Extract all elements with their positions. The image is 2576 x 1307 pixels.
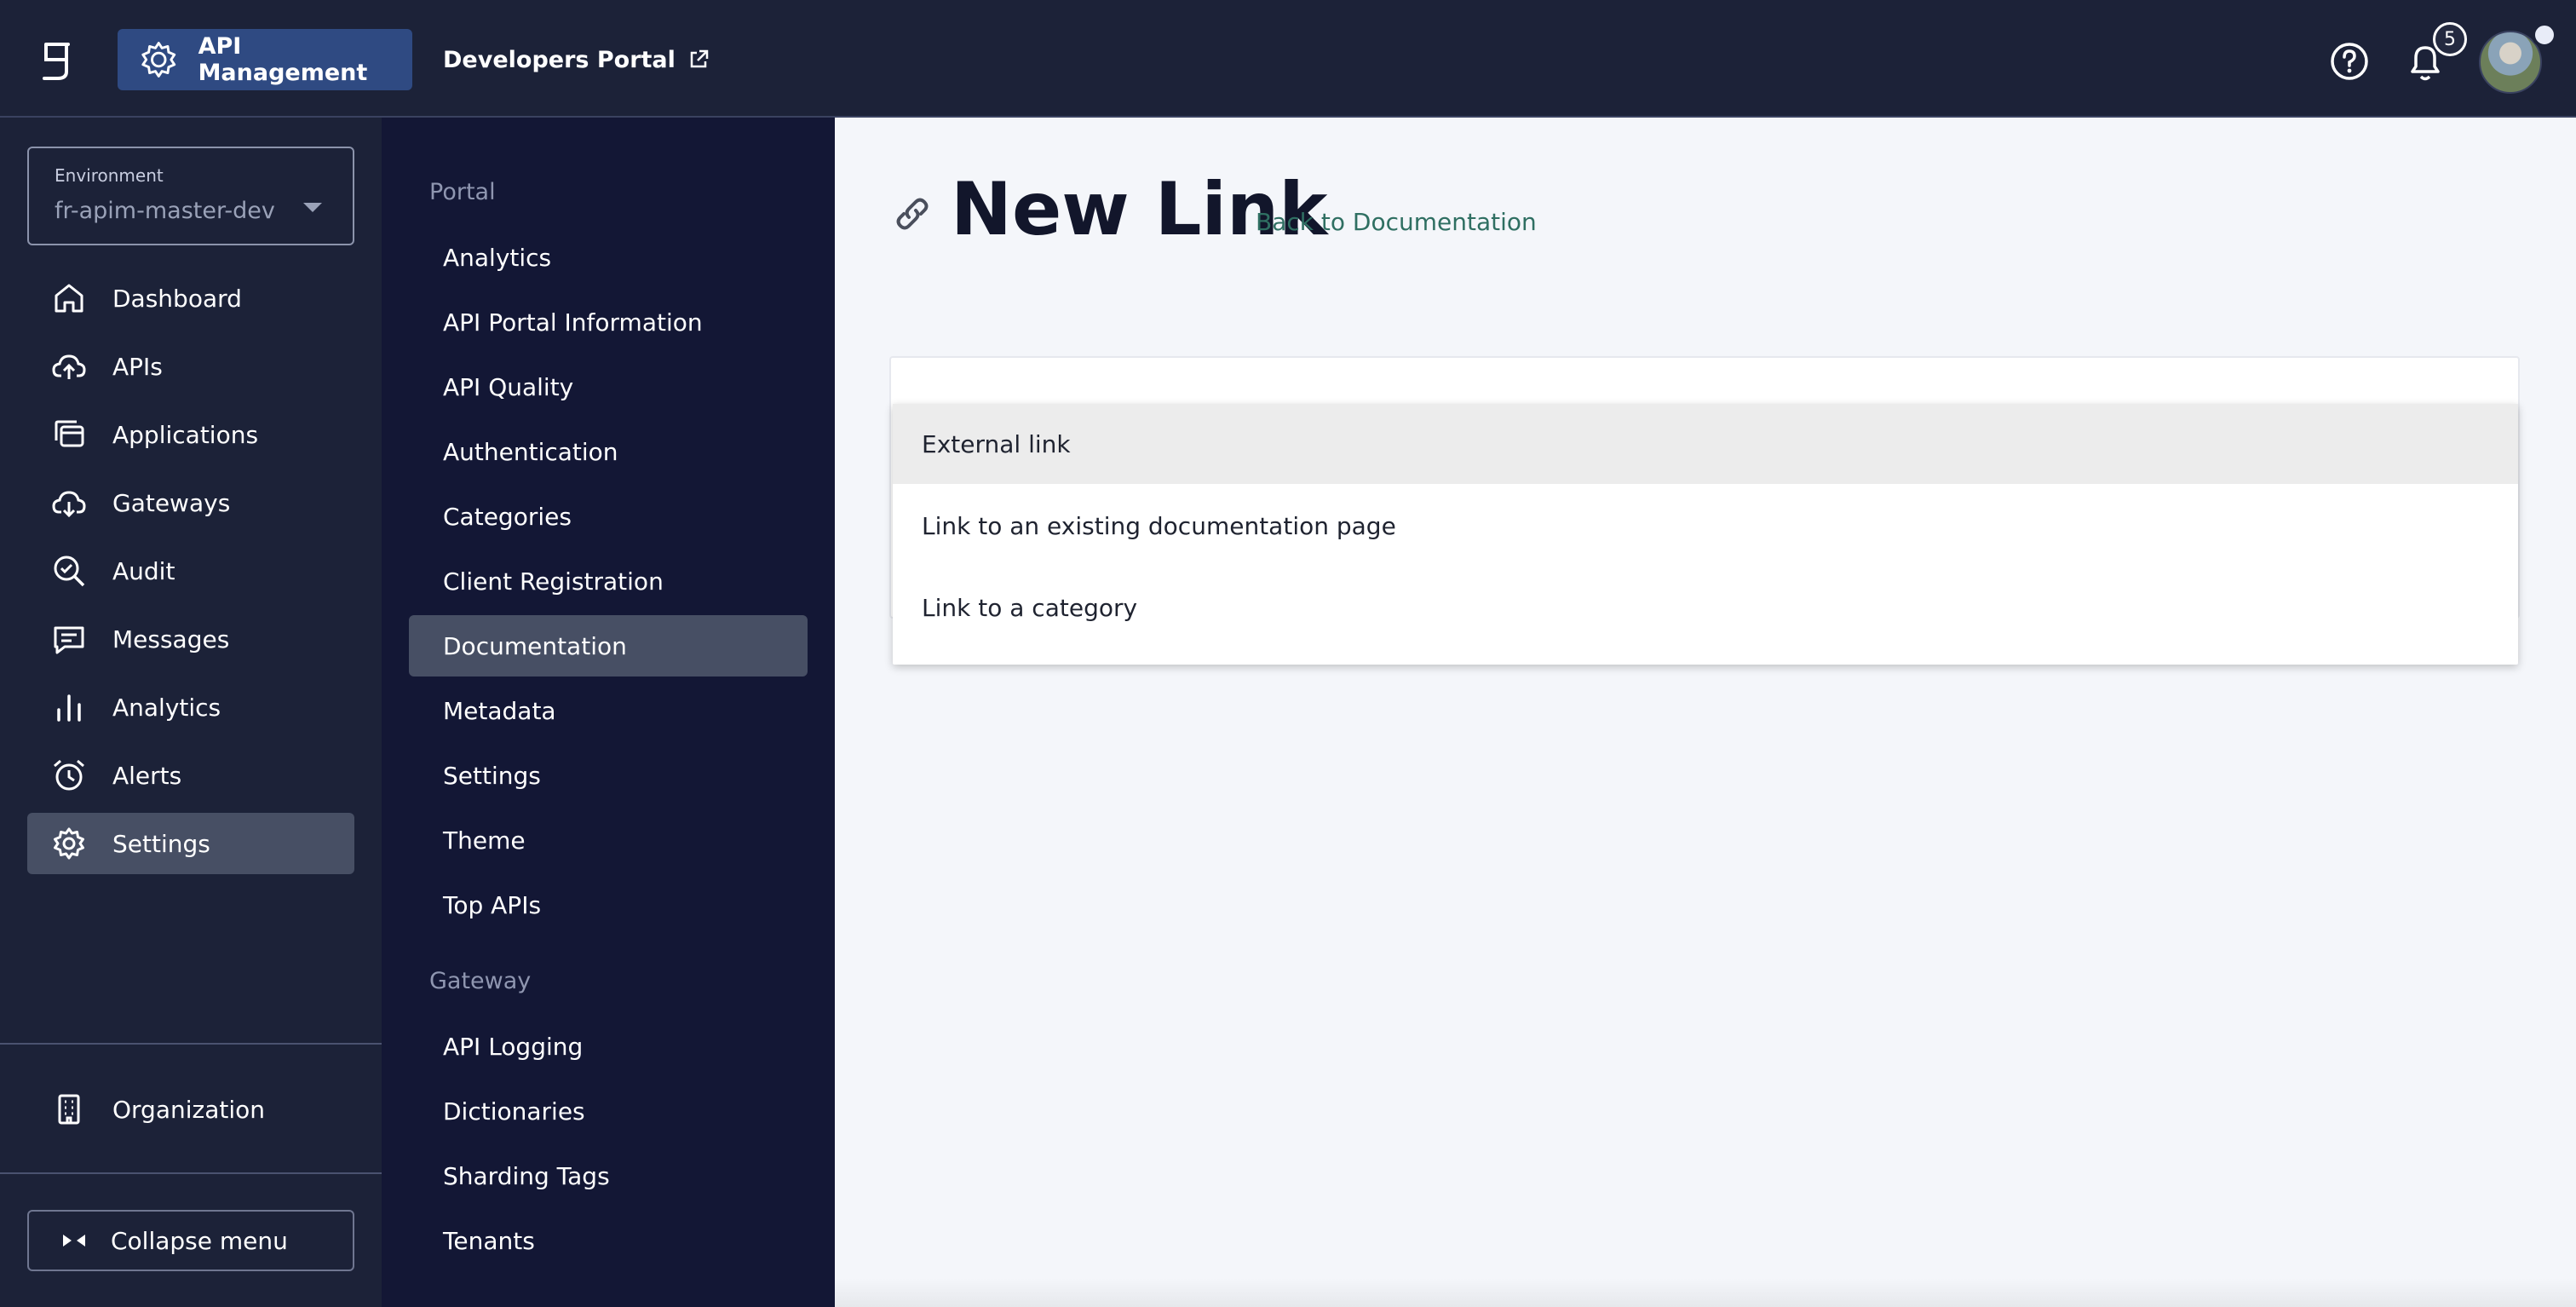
sidebar-item-label: Organization bbox=[112, 1095, 266, 1124]
gear-icon bbox=[141, 42, 176, 78]
option-external-link[interactable]: External link bbox=[893, 404, 2518, 484]
sidebar-item-label: APIs bbox=[112, 352, 163, 381]
gear-icon bbox=[54, 827, 84, 860]
api-management-tab[interactable]: API Management bbox=[118, 29, 412, 90]
message-icon bbox=[54, 626, 84, 654]
option-link-to-documentation-page[interactable]: Link to an existing documentation page bbox=[893, 486, 2518, 566]
sidebar-item-gateways[interactable]: Gateways bbox=[27, 472, 354, 533]
submenu-item-dictionaries[interactable]: Dictionaries bbox=[409, 1080, 808, 1142]
sidebar-item-analytics[interactable]: Analytics bbox=[27, 677, 354, 738]
sidebar-item-label: Dashboard bbox=[112, 284, 242, 313]
submenu-item-sharding-tags[interactable]: Sharding Tags bbox=[409, 1145, 808, 1206]
submenu-item-tenants[interactable]: Tenants bbox=[409, 1210, 808, 1271]
sidebar-item-audit[interactable]: Audit bbox=[27, 540, 354, 602]
environment-label: Environment bbox=[55, 165, 164, 186]
submenu-item-api-quality[interactable]: API Quality bbox=[409, 356, 808, 417]
sidebar-item-label: Applications bbox=[112, 420, 259, 449]
submenu-item-analytics[interactable]: Analytics bbox=[409, 227, 808, 288]
link-type-dropdown: External link Link to an existing docume… bbox=[893, 404, 2518, 665]
notification-count-badge: 5 bbox=[2433, 22, 2467, 56]
applications-icon bbox=[55, 420, 84, 447]
submenu-group-title: Gateway bbox=[429, 968, 532, 994]
sidebar-item-settings[interactable]: Settings bbox=[27, 813, 354, 874]
sidebar-item-organization[interactable]: Organization bbox=[27, 1079, 354, 1140]
submenu-item-api-portal-information[interactable]: API Portal Information bbox=[409, 291, 808, 353]
developers-portal-link[interactable]: Developers Portal bbox=[443, 29, 710, 90]
sidebar-divider bbox=[0, 1043, 382, 1045]
submenu-item-top-apis[interactable]: Top APIs bbox=[409, 874, 808, 936]
main-content: New Link Back to Documentation External … bbox=[835, 118, 2576, 1307]
cloud-upload-icon bbox=[52, 354, 86, 379]
collapse-arrows-icon bbox=[63, 1235, 85, 1247]
back-to-documentation-link[interactable]: Back to Documentation bbox=[1256, 208, 1537, 236]
sidebar-divider bbox=[0, 1172, 382, 1174]
submenu-item-api-logging[interactable]: API Logging bbox=[409, 1016, 808, 1077]
environment-value: fr-apim-master-dev bbox=[55, 198, 275, 224]
alarm-clock-icon bbox=[54, 759, 84, 791]
sidebar-item-apis[interactable]: APIs bbox=[27, 336, 354, 397]
option-link-to-category[interactable]: Link to a category bbox=[893, 567, 2518, 648]
submenu-item-settings[interactable]: Settings bbox=[409, 745, 808, 806]
audit-search-icon bbox=[54, 556, 85, 587]
settings-submenu: Portal Analytics API Portal Information … bbox=[382, 118, 835, 1307]
help-icon[interactable] bbox=[2329, 41, 2370, 82]
gravitee-logo-icon[interactable] bbox=[37, 39, 77, 82]
sidebar-item-applications[interactable]: Applications bbox=[27, 404, 354, 465]
bottom-shadow bbox=[835, 1278, 2576, 1307]
sidebar-item-label: Gateways bbox=[112, 488, 231, 517]
submenu-item-theme[interactable]: Theme bbox=[409, 809, 808, 871]
bar-chart-icon bbox=[57, 694, 81, 722]
collapse-menu-button[interactable]: Collapse menu bbox=[27, 1210, 354, 1271]
sidebar-item-label: Settings bbox=[112, 829, 210, 858]
sidebar-item-alerts[interactable]: Alerts bbox=[27, 745, 354, 806]
avatar-status-indicator bbox=[2532, 22, 2557, 48]
link-icon bbox=[896, 198, 929, 230]
submenu-item-authentication[interactable]: Authentication bbox=[409, 421, 808, 482]
api-management-label: API Management bbox=[198, 33, 368, 86]
sidebar-item-messages[interactable]: Messages bbox=[27, 608, 354, 670]
building-icon bbox=[58, 1094, 80, 1125]
top-bar: API Management Developers Portal 5 bbox=[0, 0, 2576, 118]
collapse-menu-label: Collapse menu bbox=[111, 1226, 288, 1255]
cloud-download-icon bbox=[52, 491, 86, 518]
submenu-item-documentation[interactable]: Documentation bbox=[409, 615, 808, 677]
submenu-item-client-registration[interactable]: Client Registration bbox=[409, 550, 808, 612]
sidebar-item-label: Audit bbox=[112, 556, 175, 585]
environment-select[interactable]: Environment fr-apim-master-dev bbox=[27, 147, 354, 245]
caret-down-icon bbox=[303, 203, 322, 212]
home-icon bbox=[55, 284, 83, 313]
sidebar-item-label: Messages bbox=[112, 625, 230, 654]
external-link-icon bbox=[690, 49, 709, 68]
sidebar-item-dashboard[interactable]: Dashboard bbox=[27, 268, 354, 329]
submenu-item-metadata[interactable]: Metadata bbox=[409, 680, 808, 741]
sidebar-item-label: Alerts bbox=[112, 761, 182, 790]
submenu-item-categories[interactable]: Categories bbox=[409, 486, 808, 547]
developers-portal-label: Developers Portal bbox=[443, 46, 676, 73]
sidebar-item-label: Analytics bbox=[112, 693, 221, 722]
main-sidebar: Environment fr-apim-master-dev Dashboard… bbox=[0, 118, 382, 1307]
submenu-group-title: Portal bbox=[429, 179, 496, 205]
